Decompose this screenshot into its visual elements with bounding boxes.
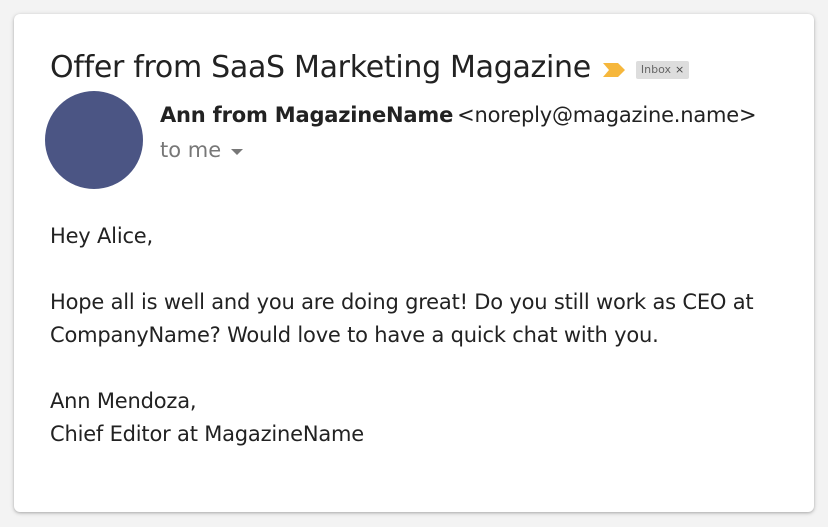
- sender-email[interactable]: <noreply@magazine.name>: [457, 103, 756, 127]
- sender-line: Ann from MagazineName <noreply@magazine.n…: [160, 100, 757, 130]
- body-paragraph: Hope all is well and you are doing great…: [50, 290, 754, 347]
- inbox-label-chip[interactable]: Inbox ×: [635, 61, 690, 79]
- chevron-down-icon[interactable]: [231, 148, 244, 155]
- avatar[interactable]: [45, 91, 143, 189]
- recipient-label: to me: [160, 138, 222, 162]
- sender-name[interactable]: Ann from MagazineName: [160, 103, 453, 127]
- remove-label-icon[interactable]: ×: [675, 63, 684, 77]
- subject-row: Offer from SaaS Marketing Magazine Inbox…: [50, 46, 690, 90]
- email-card: Offer from SaaS Marketing Magazine Inbox…: [14, 14, 814, 512]
- email-subject: Offer from SaaS Marketing Magazine: [50, 50, 591, 85]
- greeting: Hey Alice,: [50, 224, 153, 248]
- label-text: Inbox: [640, 63, 672, 76]
- email-body: Hey Alice, Hope all is well and you are …: [50, 220, 770, 451]
- recipient-toggle[interactable]: to me: [160, 135, 244, 165]
- signature: Ann Mendoza, Chief Editor at MagazineNam…: [50, 385, 770, 451]
- importance-marker-icon[interactable]: [602, 61, 627, 79]
- signature-name: Ann Mendoza,: [50, 389, 197, 413]
- signature-title: Chief Editor at MagazineName: [50, 422, 365, 446]
